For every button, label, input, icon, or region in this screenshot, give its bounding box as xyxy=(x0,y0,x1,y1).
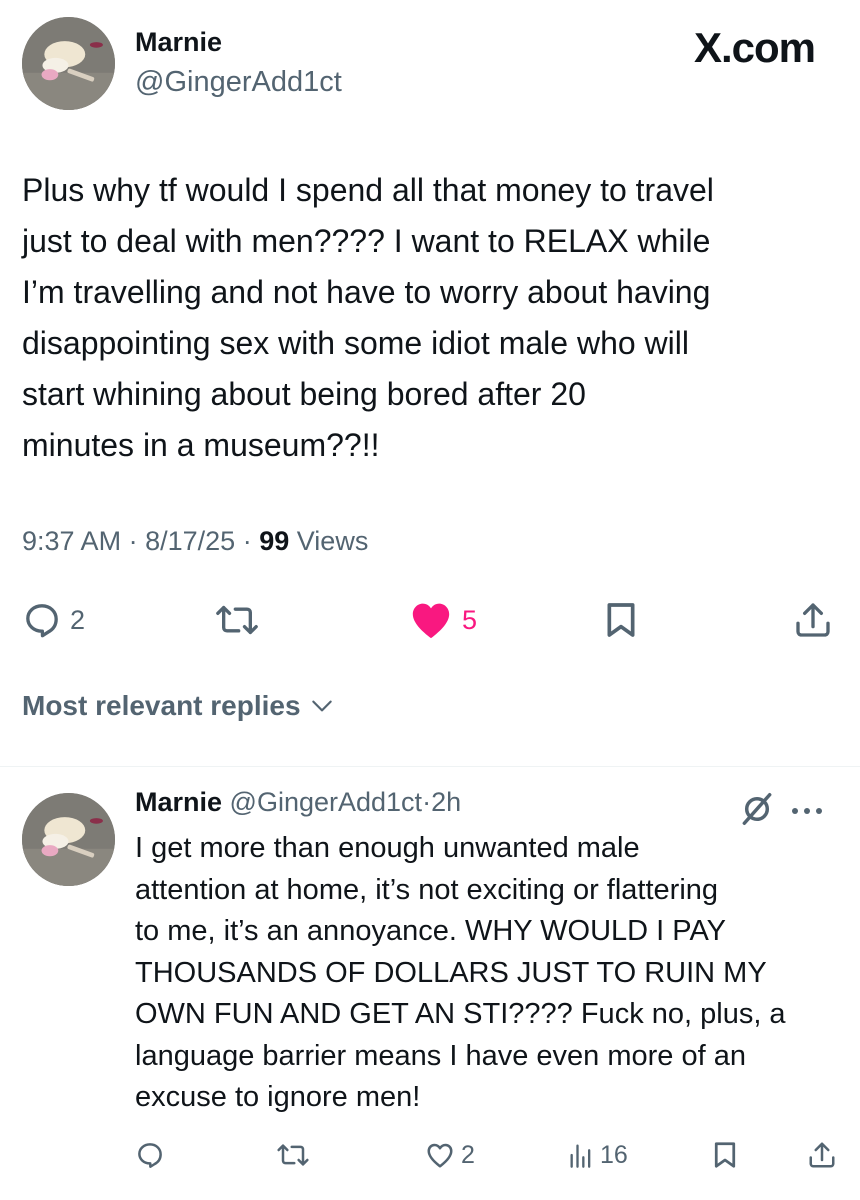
replies-sort-label: Most relevant replies xyxy=(22,690,301,721)
replies-sort-dropdown[interactable]: Most relevant replies xyxy=(22,690,335,722)
reply-text-line: OWN FUN AND GET AN STI???? Fuck no, plus… xyxy=(135,998,786,1030)
reply-time[interactable]: 2h xyxy=(431,787,461,817)
author-handle[interactable]: @GingerAdd1ct xyxy=(135,66,342,99)
meta-separator: · xyxy=(128,526,138,556)
tweet-text-line: disappointing sex with some idiot male w… xyxy=(22,325,689,361)
meta-separator: · xyxy=(242,526,252,556)
reply-text-line: to me, it’s an annoyance. WHY WOULD I PA… xyxy=(135,915,726,947)
tweet-text-line: just to deal with men???? I want to RELA… xyxy=(22,223,711,259)
reply-reply-button[interactable] xyxy=(135,1135,165,1175)
grok-slash-icon xyxy=(742,793,772,825)
reply-like-count: 2 xyxy=(461,1140,475,1169)
author-name[interactable]: Marnie xyxy=(135,27,222,58)
reply-text-line: language barrier means I have even more … xyxy=(135,1039,746,1072)
share-icon xyxy=(796,603,830,637)
heart-outline-icon xyxy=(427,1143,453,1168)
grok-button[interactable] xyxy=(738,790,776,833)
tweet-text-line: I’m travelling and not have to worry abo… xyxy=(22,274,711,310)
tweet-date[interactable]: 8/17/25 xyxy=(145,526,235,556)
tweet-action-bar: 2 5 xyxy=(0,592,860,648)
reply-text-line: attention at home, it’s not exciting or … xyxy=(135,873,719,906)
share-button[interactable] xyxy=(793,592,833,648)
tweet-meta: 9:37 AM · 8/17/25 · 99 Views xyxy=(22,526,368,557)
bookmark-icon xyxy=(714,1142,736,1168)
reply-button[interactable]: 2 xyxy=(22,592,85,648)
bookmark-icon xyxy=(607,603,635,637)
tweet-text-line: start whining about being bored after 20 xyxy=(22,376,586,412)
reply-text-line: I get more than enough unwanted male xyxy=(135,832,640,864)
x-logo: X.com xyxy=(693,24,816,71)
reply-bookmark-button[interactable] xyxy=(712,1135,738,1175)
like-count: 5 xyxy=(462,604,478,635)
views-bars-icon xyxy=(570,1144,591,1168)
author-avatar[interactable] xyxy=(22,17,115,110)
reply-author-avatar[interactable] xyxy=(22,793,115,886)
avatar-photo xyxy=(22,793,115,886)
tweet-text: Plus why tf would I spend all that money… xyxy=(22,165,837,471)
heart-filled-icon xyxy=(412,603,450,639)
share-icon xyxy=(809,1142,835,1168)
reply-retweet-button[interactable] xyxy=(275,1135,311,1175)
retweet-button[interactable] xyxy=(213,592,261,648)
retweet-icon xyxy=(277,1144,309,1166)
tweet-text-line: Plus why tf would I spend all that money… xyxy=(22,172,714,208)
avatar-photo xyxy=(22,17,115,110)
reply-header: Marnie @GingerAdd1ct·2h xyxy=(135,787,461,818)
reply-author-handle[interactable]: @GingerAdd1ct xyxy=(230,787,423,817)
views-count: 99 xyxy=(259,526,290,556)
like-button[interactable]: 5 xyxy=(408,592,477,648)
retweet-icon xyxy=(216,605,258,635)
reply-views-count: 16 xyxy=(600,1140,628,1169)
divider xyxy=(0,766,860,767)
reply-like-button[interactable]: 2 xyxy=(425,1135,475,1175)
reply-share-button[interactable] xyxy=(807,1135,837,1175)
reply-text-line: excuse to ignore men! xyxy=(135,1081,421,1113)
reply-bubble-icon xyxy=(138,1143,162,1168)
more-dots-icon xyxy=(792,808,822,814)
reply-bubble-icon xyxy=(26,604,58,638)
more-options-button[interactable] xyxy=(790,803,824,821)
chevron-down-icon xyxy=(311,700,332,712)
reply-separator: · xyxy=(422,787,432,817)
reply-text-line: THOUSANDS OF DOLLARS JUST TO RUIN MY xyxy=(135,956,767,989)
reply-action-bar: 2 16 xyxy=(0,1135,860,1175)
reply-count: 2 xyxy=(70,604,86,635)
reply-views-button[interactable]: 16 xyxy=(568,1135,628,1175)
tweet-text-line: minutes in a museum??!! xyxy=(22,427,380,463)
tweet-time[interactable]: 9:37 AM xyxy=(22,526,121,556)
reply-author-name[interactable]: Marnie xyxy=(135,787,222,817)
views-label: Views xyxy=(296,526,369,556)
bookmark-button[interactable] xyxy=(603,592,639,648)
reply-text: I get more than enough unwanted male att… xyxy=(135,828,835,1119)
